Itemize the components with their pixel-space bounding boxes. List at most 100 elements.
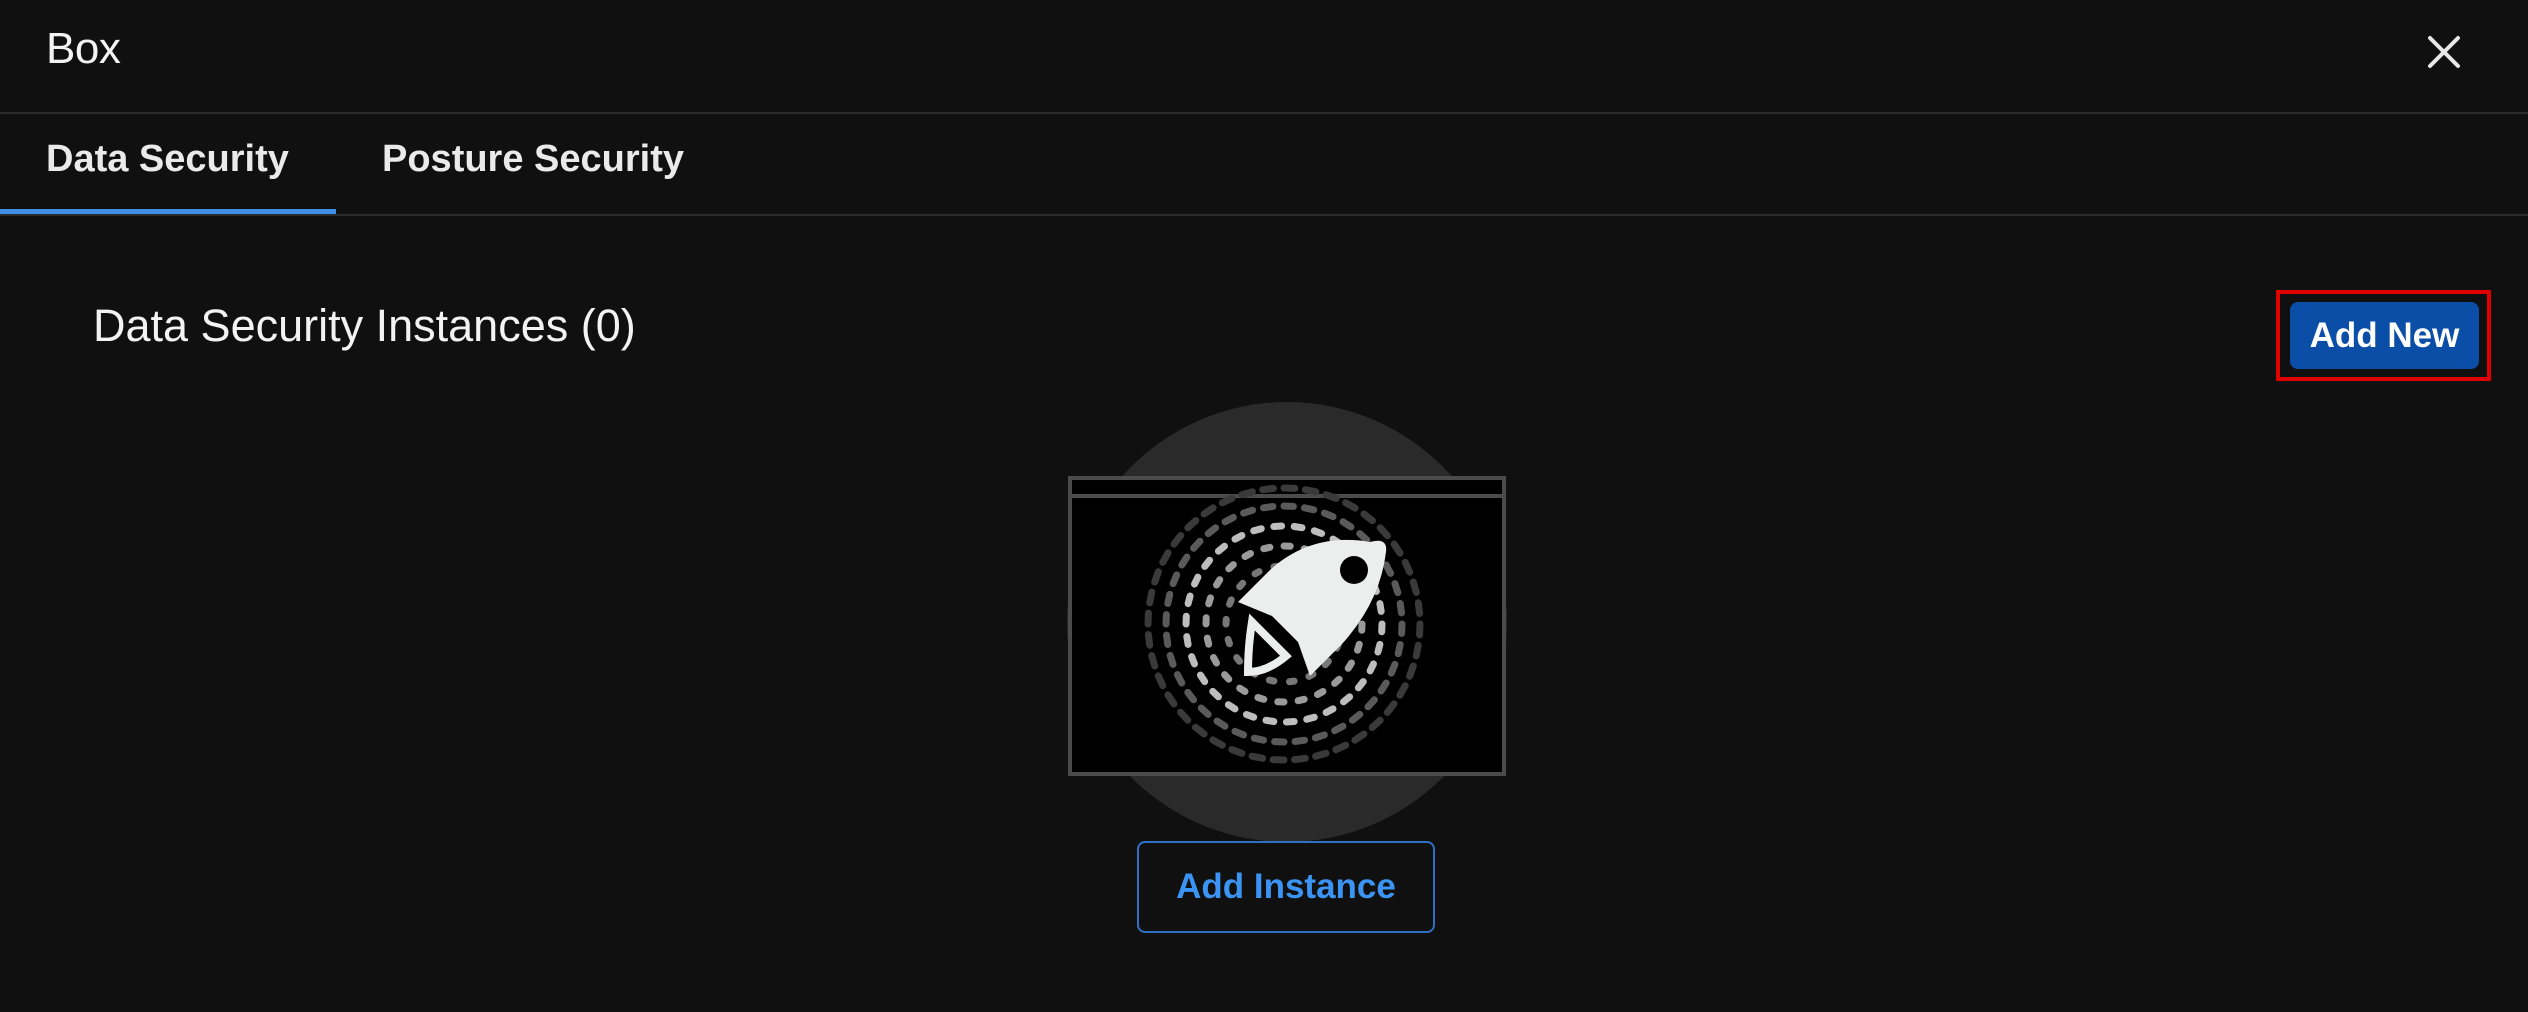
decorative-dash xyxy=(1339,518,1355,531)
modal-header: Box xyxy=(0,0,2528,114)
add-instance-button[interactable]: Add Instance xyxy=(1137,841,1435,933)
decorative-dash xyxy=(1291,736,1308,745)
decorative-dash xyxy=(1248,752,1267,762)
decorative-dash xyxy=(1282,718,1298,726)
decorative-dash xyxy=(1364,696,1378,711)
decorative-dash xyxy=(1270,522,1286,530)
decorative-dash xyxy=(1412,641,1422,660)
decorative-dash xyxy=(1210,654,1220,667)
empty-state-illustration xyxy=(1067,402,1507,842)
decorative-dash xyxy=(1396,600,1405,617)
decorative-dash xyxy=(1250,734,1267,744)
decorative-dash xyxy=(1169,571,1181,588)
decorative-dash xyxy=(1312,749,1330,760)
decorative-dash xyxy=(1366,660,1377,675)
decorative-dash xyxy=(1159,549,1172,566)
decorative-dash xyxy=(1196,671,1209,686)
decorative-dash xyxy=(1414,599,1424,617)
decorative-dash xyxy=(1376,600,1385,615)
page-title: Box xyxy=(46,24,121,73)
decorative-dash xyxy=(1250,525,1265,535)
decorative-dash xyxy=(1224,635,1233,648)
decorative-dash xyxy=(1164,590,1174,607)
decorative-dash xyxy=(1342,499,1359,512)
decorative-dash xyxy=(1225,561,1237,573)
tab-posture-security[interactable]: Posture Security xyxy=(336,114,730,214)
decorative-dash xyxy=(1233,654,1244,665)
decorative-dash xyxy=(1190,537,1204,552)
decorative-dash xyxy=(1151,568,1162,586)
decorative-dash xyxy=(1259,484,1277,494)
decorative-dash xyxy=(1377,679,1390,695)
decorative-dash xyxy=(1310,527,1326,537)
decorative-dash xyxy=(1291,754,1309,764)
decorative-dash xyxy=(1262,716,1278,725)
decorative-dash xyxy=(1236,684,1249,695)
section-title: Data Security Instances (0) xyxy=(93,300,636,351)
decorative-dash xyxy=(1166,651,1177,668)
decorative-dash xyxy=(1209,687,1222,701)
decorative-dash xyxy=(1391,580,1402,597)
decorative-dash xyxy=(1148,652,1159,670)
decorative-dash xyxy=(1146,588,1156,607)
decorative-dash xyxy=(1242,711,1258,721)
decorative-dash xyxy=(1331,675,1343,687)
decorative-dash xyxy=(1265,676,1278,685)
decorative-dash xyxy=(1301,504,1318,514)
decorative-dash xyxy=(1205,594,1214,608)
decorative-dash xyxy=(1301,486,1320,496)
decorative-dash xyxy=(1204,524,1220,538)
decorative-dash xyxy=(1332,741,1350,754)
decorative-dash xyxy=(1236,579,1247,591)
decorative-dash xyxy=(1173,671,1186,687)
decorative-dash xyxy=(1241,550,1254,560)
decorative-dash xyxy=(1374,640,1384,656)
close-button[interactable] xyxy=(2420,28,2468,76)
decorative-dash xyxy=(1331,722,1347,735)
decorative-dash xyxy=(1260,543,1274,553)
decorative-dash xyxy=(1209,736,1226,749)
close-icon[interactable] xyxy=(2427,35,2461,69)
decorative-dash xyxy=(1203,634,1213,648)
decorative-dash xyxy=(1254,694,1268,703)
decorative-dash xyxy=(1231,532,1246,543)
decorative-dash xyxy=(1238,488,1256,499)
add-new-button[interactable]: Add New xyxy=(2290,302,2479,369)
decorative-dash xyxy=(1382,561,1395,577)
decorative-dash xyxy=(1396,682,1409,699)
decorative-dash xyxy=(1354,678,1367,692)
decorative-dash xyxy=(1290,523,1306,532)
decorative-dash xyxy=(1320,509,1337,521)
decorative-dash xyxy=(1218,494,1236,507)
decorative-dash xyxy=(1178,553,1191,569)
decorative-dash xyxy=(1406,662,1417,680)
decorative-dash xyxy=(1344,659,1355,672)
decorative-dash xyxy=(1184,688,1198,704)
decorative-dash xyxy=(1226,596,1235,608)
decorative-dash xyxy=(1354,640,1363,654)
decorative-dash xyxy=(1213,717,1229,730)
decorative-dash xyxy=(1387,660,1399,677)
decorative-dash xyxy=(1224,701,1239,713)
tab-data-security[interactable]: Data Security xyxy=(0,114,336,214)
decorative-dash xyxy=(1286,677,1298,686)
decorative-dash xyxy=(1294,695,1308,705)
decorative-dash xyxy=(1183,633,1192,648)
add-new-highlight: Add New xyxy=(2276,290,2491,381)
decorative-dash xyxy=(1409,578,1420,596)
decorative-dash xyxy=(1251,568,1263,578)
tab-bar: Data Security Posture Security xyxy=(0,114,2528,216)
decorative-dash xyxy=(1184,592,1194,608)
decorative-dash xyxy=(1221,671,1233,683)
decorative-dash xyxy=(1311,731,1328,742)
decorative-dash xyxy=(1197,704,1212,718)
decorative-dash xyxy=(1213,576,1224,589)
decorative-dash xyxy=(1401,558,1414,576)
decorative-dash xyxy=(1340,693,1354,706)
decorative-dash xyxy=(1228,746,1246,757)
decorative-dash xyxy=(1314,688,1327,698)
decorative-dash xyxy=(1321,657,1332,669)
decorative-dash xyxy=(1356,530,1371,544)
decorative-dash xyxy=(1214,542,1228,555)
decorative-dash xyxy=(1348,710,1364,724)
